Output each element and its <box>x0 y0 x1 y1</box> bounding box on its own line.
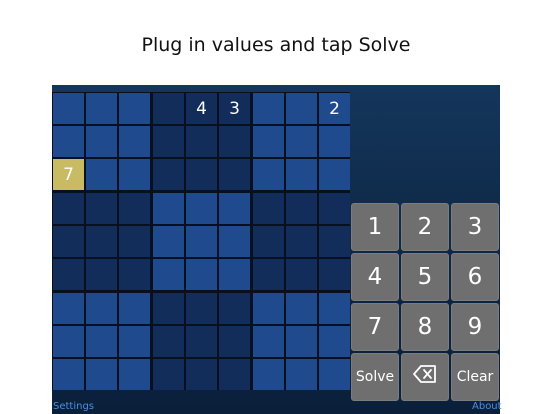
grid-cell[interactable] <box>153 259 184 290</box>
grid-cell[interactable] <box>86 326 117 357</box>
grid-cell[interactable] <box>186 359 217 390</box>
grid-cell[interactable] <box>319 326 350 357</box>
grid-cell[interactable] <box>119 259 150 290</box>
grid-cell[interactable] <box>186 226 217 257</box>
grid-cell[interactable] <box>219 159 250 190</box>
grid-cell[interactable] <box>219 359 250 390</box>
grid-cell[interactable] <box>319 126 350 157</box>
grid-cell[interactable] <box>319 159 350 190</box>
grid-cell[interactable] <box>219 259 250 290</box>
key-3[interactable]: 3 <box>451 203 499 251</box>
grid-cell[interactable] <box>286 93 317 124</box>
key-6[interactable]: 6 <box>451 253 499 301</box>
grid-cell[interactable] <box>86 259 117 290</box>
grid-cell[interactable] <box>286 193 317 224</box>
grid-cell[interactable] <box>253 326 284 357</box>
grid-cell[interactable] <box>186 259 217 290</box>
grid-cell[interactable] <box>219 126 250 157</box>
number-keypad: 1 2 3 4 5 6 7 8 9 Solve Clear <box>351 203 500 401</box>
key-5[interactable]: 5 <box>401 253 449 301</box>
grid-cell[interactable] <box>119 126 150 157</box>
grid-cell[interactable] <box>86 93 117 124</box>
grid-cell[interactable] <box>186 326 217 357</box>
grid-cell[interactable] <box>253 93 284 124</box>
grid-cell[interactable] <box>153 359 184 390</box>
grid-cell[interactable] <box>53 326 84 357</box>
grid-cell[interactable] <box>186 193 217 224</box>
grid-cell[interactable] <box>319 193 350 224</box>
grid-cell[interactable] <box>86 293 117 324</box>
grid-cell[interactable] <box>86 226 117 257</box>
grid-cell[interactable] <box>319 226 350 257</box>
grid-cell[interactable] <box>319 293 350 324</box>
grid-cell[interactable] <box>186 126 217 157</box>
grid-cell[interactable] <box>119 93 150 124</box>
grid-cell[interactable] <box>53 193 84 224</box>
grid-cell[interactable] <box>286 226 317 257</box>
clear-button[interactable]: Clear <box>451 353 499 401</box>
key-2[interactable]: 2 <box>401 203 449 251</box>
grid-cell[interactable] <box>153 193 184 224</box>
grid-cell[interactable] <box>119 293 150 324</box>
grid-cell[interactable] <box>286 359 317 390</box>
grid-cell[interactable] <box>153 326 184 357</box>
grid-cell[interactable] <box>253 259 284 290</box>
grid-cell[interactable] <box>86 359 117 390</box>
key-4[interactable]: 4 <box>351 253 399 301</box>
grid-cell[interactable] <box>286 326 317 357</box>
grid-cell[interactable] <box>53 126 84 157</box>
grid-cell[interactable] <box>86 126 117 157</box>
backspace-icon <box>413 364 437 390</box>
settings-link[interactable]: Settings <box>53 401 94 412</box>
grid-cell[interactable] <box>86 159 117 190</box>
grid-cell[interactable] <box>119 159 150 190</box>
delete-button[interactable] <box>401 353 449 401</box>
grid-cell[interactable] <box>219 326 250 357</box>
key-1[interactable]: 1 <box>351 203 399 251</box>
grid-cell[interactable] <box>153 159 184 190</box>
grid-cell[interactable] <box>286 293 317 324</box>
grid-cell[interactable] <box>319 259 350 290</box>
grid-cell[interactable] <box>119 193 150 224</box>
grid-cell[interactable] <box>253 193 284 224</box>
grid-cell[interactable] <box>119 326 150 357</box>
grid-cell[interactable] <box>286 259 317 290</box>
grid-cell[interactable] <box>219 293 250 324</box>
key-9[interactable]: 9 <box>451 303 499 351</box>
grid-cell[interactable] <box>53 259 84 290</box>
grid-cell[interactable] <box>53 93 84 124</box>
solve-button[interactable]: Solve <box>351 353 399 401</box>
grid-cell[interactable] <box>153 126 184 157</box>
grid-cell[interactable] <box>53 293 84 324</box>
grid-cell[interactable] <box>153 226 184 257</box>
instruction-heading: Plug in values and tap Solve <box>141 34 411 56</box>
grid-cell[interactable] <box>53 359 84 390</box>
grid-cell[interactable] <box>286 126 317 157</box>
grid-cell[interactable] <box>153 93 184 124</box>
sudoku-grid: 43 2 7 <box>52 92 350 390</box>
grid-cell[interactable] <box>219 193 250 224</box>
grid-cell[interactable] <box>86 193 117 224</box>
grid-cell[interactable] <box>219 226 250 257</box>
grid-cell[interactable] <box>253 159 284 190</box>
key-8[interactable]: 8 <box>401 303 449 351</box>
grid-cell[interactable]: 3 <box>219 93 250 124</box>
grid-cell[interactable] <box>153 293 184 324</box>
grid-cell[interactable] <box>186 293 217 324</box>
grid-cell[interactable] <box>119 359 150 390</box>
grid-cell[interactable]: 4 <box>186 93 217 124</box>
key-7[interactable]: 7 <box>351 303 399 351</box>
grid-cell[interactable] <box>253 126 284 157</box>
grid-cell[interactable] <box>119 226 150 257</box>
grid-cell[interactable]: 2 <box>319 93 350 124</box>
grid-cell[interactable] <box>253 293 284 324</box>
grid-cell[interactable] <box>253 226 284 257</box>
grid-cell[interactable] <box>53 226 84 257</box>
grid-cell[interactable] <box>253 359 284 390</box>
about-link[interactable]: About <box>472 401 502 412</box>
grid-cell[interactable]: 7 <box>53 159 84 190</box>
grid-cell[interactable] <box>286 159 317 190</box>
grid-cell[interactable] <box>319 359 350 390</box>
grid-cell[interactable] <box>186 159 217 190</box>
